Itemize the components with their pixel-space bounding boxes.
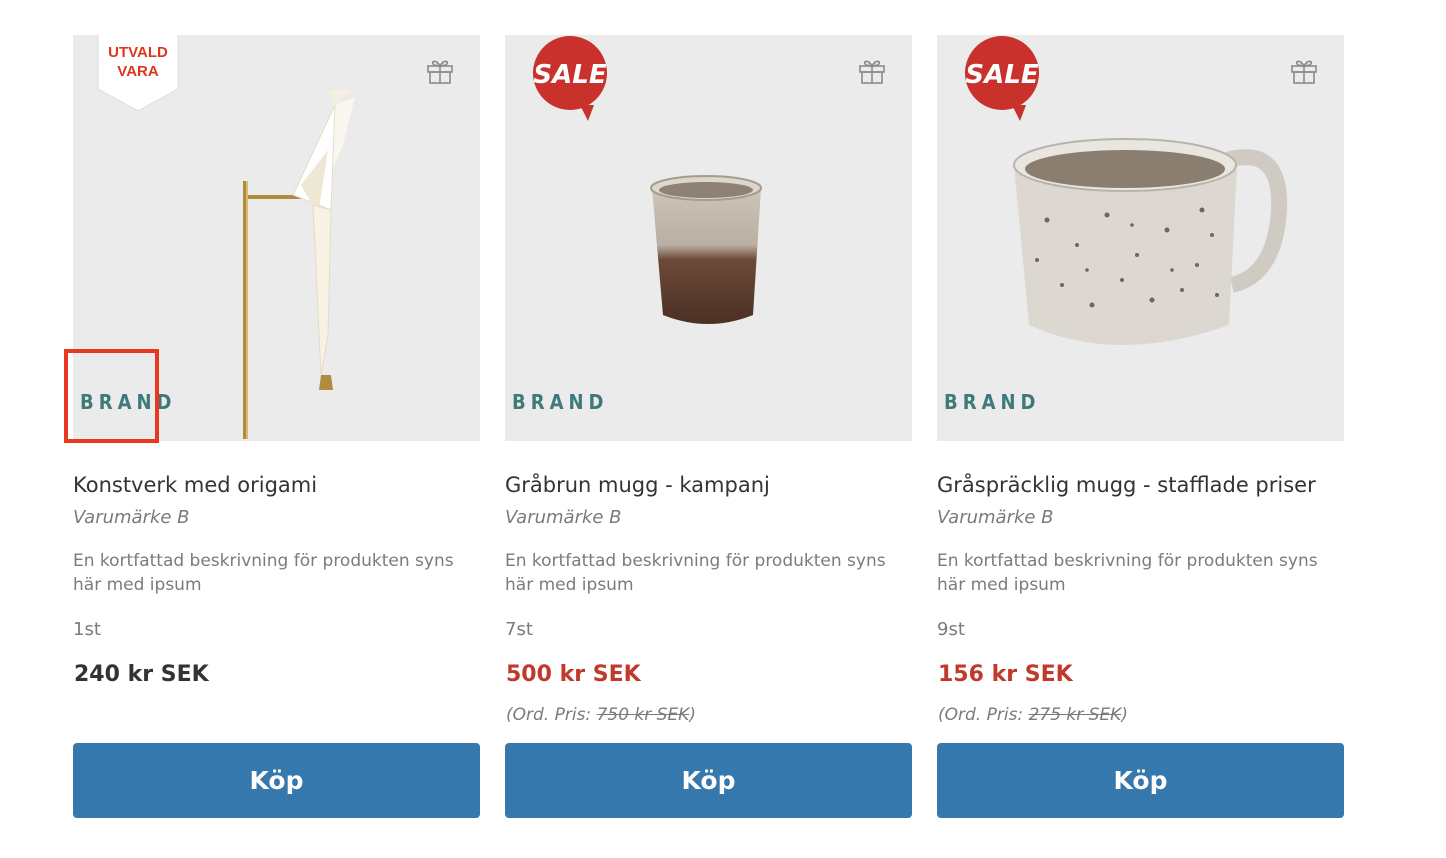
product-price: 240 kr SEK: [74, 662, 209, 687]
highlight-box: [64, 349, 159, 443]
product-stock: 9st: [937, 619, 965, 640]
gift-icon[interactable]: [858, 57, 886, 85]
buy-button[interactable]: Köp: [937, 743, 1344, 818]
original-price-prefix: (Ord. Pris:: [938, 705, 1029, 725]
original-price: (Ord. Pris: 275 kr SEK): [938, 705, 1128, 725]
sale-badge-text: SALE: [533, 60, 606, 90]
featured-badge-line1: UTVALD: [108, 44, 168, 61]
product-vendor: Varumärke B: [505, 507, 622, 528]
product-image[interactable]: SALE BRAND: [937, 35, 1344, 441]
gift-icon[interactable]: [1290, 57, 1318, 85]
product-card: SALE BRAND Gråbrun mugg - kampanj Varumä…: [505, 35, 912, 818]
sale-badge: SALE: [533, 36, 607, 121]
product-stock: 1st: [73, 619, 101, 640]
sale-badge-text: SALE: [965, 60, 1038, 90]
featured-badge: UTVALD VARA: [97, 35, 179, 112]
product-vendor: Varumärke B: [73, 507, 190, 528]
brand-logo: BRAND: [944, 390, 1041, 414]
product-description: En kortfattad beskrivning för produkten …: [73, 551, 454, 595]
product-title[interactable]: Gråspräcklig mugg - stafflade priser: [937, 473, 1316, 497]
original-price-suffix: ): [689, 705, 696, 725]
product-title[interactable]: Gråbrun mugg - kampanj: [505, 473, 770, 497]
gift-icon[interactable]: [426, 57, 454, 85]
product-title[interactable]: Konstverk med origami: [73, 473, 317, 497]
buy-button[interactable]: Köp: [505, 743, 912, 818]
product-price: 156 kr SEK: [938, 662, 1073, 687]
original-price-prefix: (Ord. Pris:: [506, 705, 597, 725]
featured-badge-line2: VARA: [117, 63, 159, 80]
product-price: 500 kr SEK: [506, 662, 641, 687]
product-card: SALE BRAND Gråspräcklig mugg - stafflade…: [937, 35, 1344, 818]
product-description: En kortfattad beskrivning för produkten …: [505, 551, 886, 595]
product-card: UTVALD VARA BRAND Konstverk med origami …: [64, 35, 480, 818]
brand-logo: BRAND: [512, 390, 609, 414]
sale-badge: SALE: [965, 36, 1039, 121]
original-price-value: 750 kr SEK: [596, 705, 690, 725]
buy-button[interactable]: Köp: [73, 743, 480, 818]
product-description: En kortfattad beskrivning för produkten …: [937, 551, 1318, 595]
original-price-value: 275 kr SEK: [1028, 705, 1122, 725]
product-image[interactable]: SALE BRAND: [505, 35, 912, 441]
product-vendor: Varumärke B: [937, 507, 1054, 528]
original-price-suffix: ): [1121, 705, 1128, 725]
original-price: (Ord. Pris: 750 kr SEK): [506, 705, 696, 725]
product-stock: 7st: [505, 619, 533, 640]
